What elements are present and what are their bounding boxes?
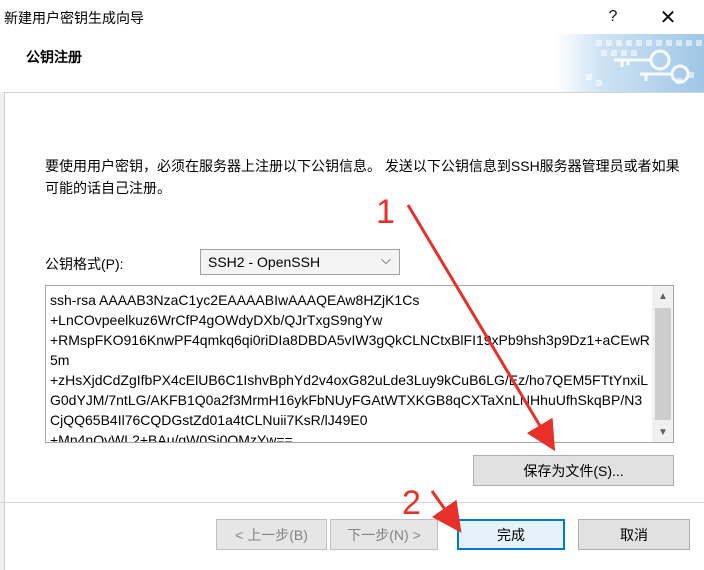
scrollbar-thumb[interactable] [655, 308, 671, 420]
cancel-button[interactable]: 取消 [578, 519, 690, 550]
background-window-edge [0, 92, 5, 570]
page-title: 公钥注册 [26, 49, 82, 65]
window-title: 新建用户密钥生成向导 [4, 10, 144, 26]
format-selected-value: SSH2 - OpenSSH [208, 254, 321, 270]
title-bar: 新建用户密钥生成向导 ? ✕ [0, 0, 704, 34]
close-button[interactable]: ✕ [646, 0, 690, 34]
help-button[interactable]: ? [591, 0, 635, 34]
keys-icon [586, 40, 702, 86]
back-button[interactable]: < 上一步(B) [216, 519, 327, 550]
footer-divider [0, 502, 704, 503]
public-key-textarea[interactable]: ssh-rsa AAAAB3NzaC1yc2EAAAABIwAAAQEAw8HZ… [45, 285, 674, 443]
vertical-scrollbar[interactable]: ▲ ▼ [652, 286, 673, 442]
scroll-up-arrow-icon[interactable]: ▲ [652, 286, 673, 306]
public-key-text: ssh-rsa AAAAB3NzaC1yc2EAAAABIwAAAQEAw8HZ… [50, 292, 650, 443]
save-to-file-button[interactable]: 保存为文件(S)... [473, 455, 674, 486]
finish-button[interactable]: 完成 [457, 519, 565, 550]
format-label: 公钥格式(P): [45, 256, 124, 272]
annotation-number-1: 1 [376, 193, 395, 231]
scroll-down-arrow-icon[interactable]: ▼ [652, 422, 673, 442]
annotation-number-2: 2 [402, 484, 421, 522]
wizard-header: 公钥注册 [0, 34, 704, 93]
next-button[interactable]: 下一步(N) > [330, 519, 438, 550]
chevron-down-icon: ⌵ [381, 252, 391, 267]
format-dropdown[interactable]: SSH2 - OpenSSH ⌵ [200, 249, 400, 275]
keys-banner-image [556, 34, 704, 92]
instruction-text: 要使用用户密钥，必须在服务器上注册以下公钥信息。 发送以下公钥信息到SSH服务器… [45, 158, 680, 196]
